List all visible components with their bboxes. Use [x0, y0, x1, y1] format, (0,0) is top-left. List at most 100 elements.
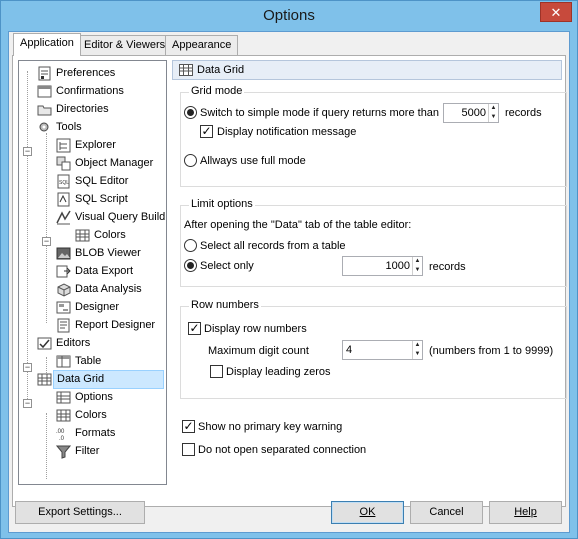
tree-item-label: Report Designer: [75, 319, 156, 331]
max-digit-value: 4: [346, 344, 353, 356]
tree-item-label: Editors: [56, 337, 91, 349]
grid-mode-title: Grid mode: [189, 85, 245, 97]
select-all-label: Select all records from a table: [200, 240, 346, 252]
limit-options-group: Limit options After opening the "Data" t…: [180, 198, 567, 287]
help-button-label: Help: [514, 506, 537, 518]
data-export-icon: [56, 264, 71, 279]
options-tree[interactable]: − − − − Preferences Confirmations Direct…: [18, 60, 167, 485]
simple-mode-label: Switch to simple mode if query returns m…: [200, 107, 440, 119]
tree-item-label: Tools: [56, 121, 82, 133]
data-grid-icon: [179, 63, 193, 77]
row-numbers-group: Row numbers ✓ Display row numbers Maximu…: [180, 299, 567, 399]
tree-item-label: Colors: [94, 229, 126, 241]
cancel-button[interactable]: Cancel: [410, 501, 483, 524]
sql-script-icon: [56, 192, 71, 207]
window-title: Options: [263, 7, 315, 24]
options-window: Options ✕ Application Editor & Viewers A…: [0, 0, 578, 539]
no-separated-connection-label: Do not open separated connection: [198, 444, 367, 456]
preferences-icon: [37, 66, 52, 81]
display-row-numbers-label: Display row numbers: [204, 323, 307, 335]
data-grid-icon: [37, 372, 52, 387]
confirmations-icon: [37, 84, 52, 99]
ok-button-label: OK: [359, 506, 376, 518]
title-bar[interactable]: Options ✕: [1, 1, 577, 31]
limit-options-title: Limit options: [189, 198, 255, 210]
tree-item-label: Object Manager: [75, 157, 154, 169]
tree-item-label: Visual Query Build: [75, 211, 166, 223]
data-grid-collapse-icon[interactable]: −: [23, 399, 32, 408]
no-separated-connection-checkbox[interactable]: [182, 443, 195, 456]
svg-text:SQL: SQL: [59, 180, 69, 186]
svg-text:.0: .0: [59, 436, 65, 441]
digit-range-label: (numbers from 1 to 9999): [429, 345, 554, 357]
no-pk-warning-label: Show no primary key warning: [198, 421, 343, 433]
select-only-radio[interactable]: [184, 259, 197, 272]
tree-item-label: SQL Script: [75, 193, 128, 205]
colors-grid-icon: [56, 408, 71, 423]
table-icon: [56, 354, 71, 369]
filter-icon: [55, 444, 72, 459]
tree-item-label: Directories: [56, 103, 109, 115]
data-grid-panel: Data Grid Grid mode Switch to simple mod…: [172, 60, 567, 500]
panel-header: Data Grid: [172, 60, 562, 80]
select-only-count-value: 1000: [385, 260, 410, 272]
full-mode-label: Allways use full mode: [200, 155, 306, 167]
object-manager-icon: [56, 156, 71, 171]
select-only-label: Select only: [200, 260, 254, 272]
display-row-numbers-checkbox[interactable]: ✓: [188, 322, 201, 335]
records-label: records: [505, 107, 542, 119]
designer-icon: [56, 300, 71, 315]
select-all-radio[interactable]: [184, 239, 197, 252]
explorer-icon: [56, 138, 71, 153]
sql-editor-icon: SQL: [56, 174, 71, 189]
tree-item-label: Filter: [75, 445, 100, 457]
data-analysis-icon: [56, 282, 71, 297]
tree-item-label: Formats: [75, 427, 116, 439]
report-designer-icon: [56, 318, 71, 333]
svg-text:.00: .00: [56, 429, 65, 435]
full-mode-radio[interactable]: [184, 154, 197, 167]
tab-appearance[interactable]: Appearance: [165, 35, 239, 55]
tree-item-label: Options: [75, 391, 113, 403]
simple-mode-radio[interactable]: [184, 106, 197, 119]
close-button[interactable]: ✕: [540, 2, 572, 22]
ok-button[interactable]: OK: [331, 501, 404, 524]
tree-item-label: Table: [75, 355, 102, 367]
export-settings-button[interactable]: Export Settings...: [15, 501, 145, 524]
folder-icon: [37, 102, 52, 117]
tree-item-label: Data Grid: [53, 370, 164, 389]
tree-item-label: Explorer: [75, 139, 116, 151]
blob-viewer-icon: [56, 246, 71, 261]
spin-arrows-icon[interactable]: ▲ ▼: [412, 257, 422, 275]
tree-item-label: Data Analysis: [75, 283, 142, 295]
tab-editor-viewers[interactable]: Editor & Viewers: [77, 35, 173, 55]
notification-label: Display notification message: [217, 126, 357, 138]
no-pk-warning-checkbox[interactable]: ✓: [182, 420, 195, 433]
notification-checkbox[interactable]: ✓: [200, 125, 213, 138]
options-grid-icon: [56, 390, 71, 405]
spin-arrows-icon[interactable]: ▲ ▼: [412, 341, 422, 359]
panel-title: Data Grid: [197, 64, 245, 76]
visual-query-collapse-icon[interactable]: −: [42, 237, 51, 246]
simple-mode-threshold-input[interactable]: 5000 ▲ ▼: [443, 103, 499, 123]
dialog-client-area: Application Editor & Viewers Appearance …: [8, 31, 570, 533]
application-tab-page: − − − − Preferences Confirmations Direct…: [12, 55, 567, 507]
tools-collapse-icon[interactable]: −: [23, 147, 32, 156]
editors-collapse-icon[interactable]: −: [23, 363, 32, 372]
select-only-count-input[interactable]: 1000 ▲ ▼: [342, 256, 423, 276]
max-digit-label: Maximum digit count: [208, 345, 309, 357]
colors-grid-icon: [75, 228, 90, 243]
tree-item-label: Confirmations: [56, 85, 124, 97]
limit-description: After opening the "Data" tab of the tabl…: [184, 219, 412, 231]
tree-item-label: SQL Editor: [75, 175, 129, 187]
tab-application[interactable]: Application: [13, 33, 81, 56]
tree-item-label: Colors: [75, 409, 107, 421]
leading-zeros-label: Display leading zeros: [226, 366, 331, 378]
visual-query-builder-icon: [56, 210, 71, 225]
tree-item-label: Designer: [75, 301, 120, 313]
records-label: records: [429, 261, 466, 273]
spin-arrows-icon[interactable]: ▲ ▼: [488, 104, 498, 122]
leading-zeros-checkbox[interactable]: [210, 365, 223, 378]
max-digit-input[interactable]: 4 ▲ ▼: [342, 340, 423, 360]
help-button[interactable]: Help: [489, 501, 562, 524]
